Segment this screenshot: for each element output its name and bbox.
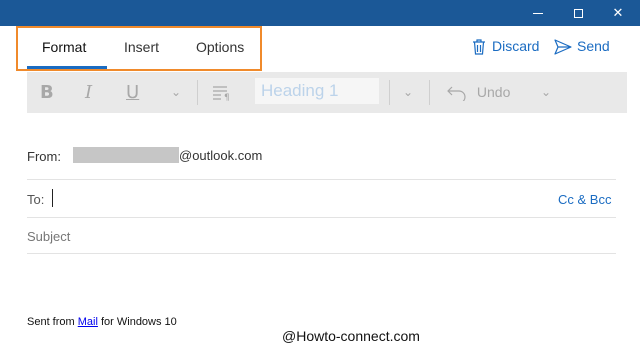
divider xyxy=(27,179,616,180)
format-toolbar: B I U ⌄ ¶ Heading 1 ⌄ Undo ⌄ xyxy=(27,72,627,113)
undo-label: Undo xyxy=(476,84,511,100)
to-label: To: xyxy=(27,192,45,207)
toolbar-divider xyxy=(429,80,430,105)
chevron-down-icon[interactable]: ⌄ xyxy=(403,72,413,113)
undo-icon xyxy=(447,86,466,104)
discard-button[interactable]: Discard xyxy=(472,38,540,55)
trash-icon xyxy=(473,39,485,55)
close-button[interactable]: ✕ xyxy=(598,0,638,26)
watermark: @Howto-connect.com xyxy=(282,328,420,344)
bold-button[interactable]: B xyxy=(40,72,54,113)
to-input-caret[interactable] xyxy=(52,189,53,207)
toolbar-divider xyxy=(197,80,198,105)
tab-insert[interactable]: Insert xyxy=(124,39,159,55)
minimize-icon xyxy=(533,13,543,15)
maximize-icon xyxy=(573,9,583,19)
cc-bcc-button[interactable]: Cc & Bcc xyxy=(558,192,611,207)
from-label: From: xyxy=(27,149,61,164)
send-icon xyxy=(554,39,572,55)
tab-format[interactable]: Format xyxy=(42,39,86,55)
divider xyxy=(27,253,616,254)
minimize-button[interactable] xyxy=(518,0,558,26)
subject-input[interactable]: Subject xyxy=(27,229,70,244)
underline-button[interactable]: U xyxy=(126,72,139,113)
undo-button[interactable]: Undo xyxy=(447,72,510,113)
mail-link[interactable]: Mail xyxy=(78,316,98,328)
maximize-button[interactable] xyxy=(558,0,598,26)
paragraph-format-icon[interactable]: ¶ xyxy=(212,72,234,113)
close-icon: ✕ xyxy=(612,5,624,20)
title-bar: ✕ xyxy=(0,0,640,26)
active-tab-indicator xyxy=(27,66,107,69)
toolbar-divider xyxy=(389,80,390,105)
chevron-down-icon[interactable]: ⌄ xyxy=(541,72,551,113)
italic-button[interactable]: I xyxy=(85,72,92,113)
svg-text:¶: ¶ xyxy=(224,93,230,101)
tab-options[interactable]: Options xyxy=(196,39,244,55)
signature-suffix: for Windows 10 xyxy=(97,316,177,328)
redacted-email-name xyxy=(73,147,179,163)
signature-prefix: Sent from xyxy=(27,316,78,328)
send-button[interactable]: Send xyxy=(554,38,610,55)
divider xyxy=(27,217,616,218)
discard-label: Discard xyxy=(492,38,540,54)
send-label: Send xyxy=(577,38,610,54)
chevron-down-icon[interactable]: ⌄ xyxy=(171,72,181,113)
style-dropdown[interactable]: Heading 1 xyxy=(255,78,379,104)
from-address-domain: @outlook.com xyxy=(179,148,263,163)
message-signature: Sent from Mail for Windows 10 xyxy=(27,316,177,328)
